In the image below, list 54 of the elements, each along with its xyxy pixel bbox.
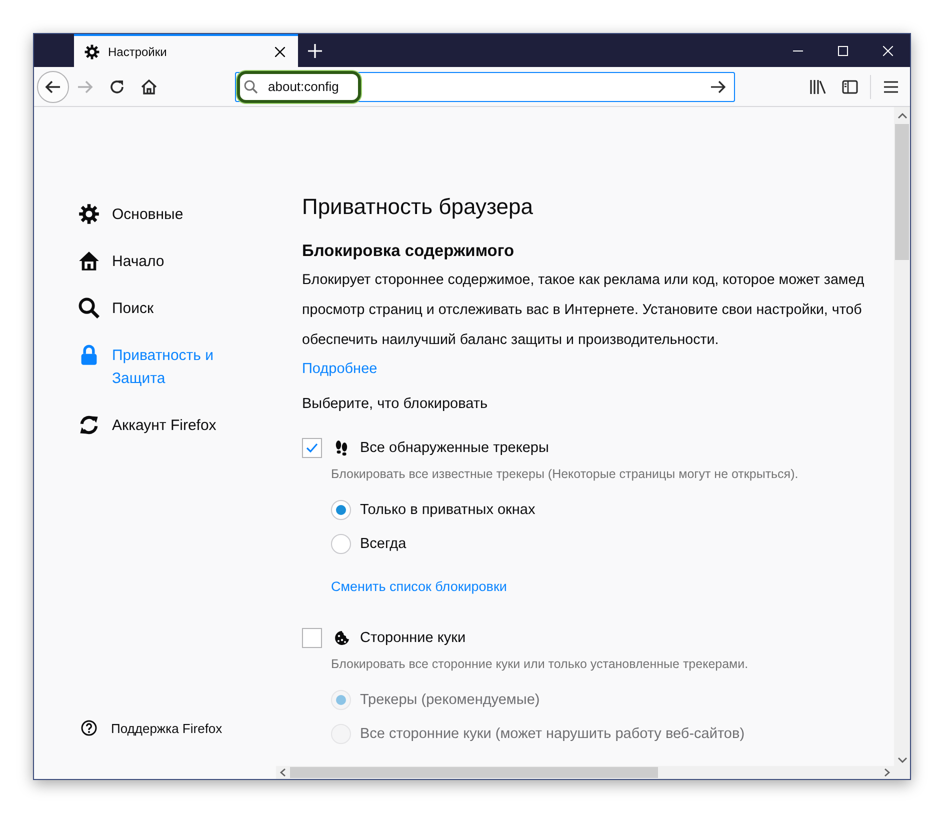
checkbox[interactable] <box>302 628 322 648</box>
search-icon <box>78 297 100 319</box>
back-button[interactable] <box>37 70 69 102</box>
radio-label: Трекеры (рекомендуемые) <box>360 691 540 710</box>
help-icon <box>81 720 97 736</box>
vertical-scrollbar[interactable] <box>894 107 910 779</box>
minimize-icon <box>792 50 802 52</box>
checkbox-label: Сторонние куки <box>360 629 466 648</box>
horizontal-scrollbar[interactable] <box>276 766 894 779</box>
scroll-down-icon <box>898 757 906 763</box>
url-text: about:config <box>268 78 339 96</box>
radio-label: Всегда <box>360 535 406 554</box>
prompt-text: Выберите, что блокировать <box>302 395 489 414</box>
radio-label: Только в приватных окнах <box>360 501 536 520</box>
option-description: Блокировать все сторонние куки или только установленные трекерами. <box>331 656 750 673</box>
gear-icon <box>78 203 100 225</box>
page-title: Приватность браузера <box>302 193 534 221</box>
section-description: Блокирует стороннее содержимое, такое как реклама или код, которое может замед просмотр страниц и отслеживать вас в Интернете. Установите свои настройки, чтоб обеспечить наилучший баланс защиты и производительности. <box>302 271 866 350</box>
checkbox-label: Все обнаруженные трекеры <box>360 439 549 458</box>
menu-icon <box>884 80 898 92</box>
back-arrow-icon <box>45 80 61 94</box>
sync-icon <box>78 414 100 436</box>
close-icon <box>882 46 892 56</box>
sidebar-icon <box>842 80 858 94</box>
cookie-icon <box>334 630 350 646</box>
sidebar-item[interactable]: Аккаунт Firefox <box>78 402 302 449</box>
search-icon <box>244 80 258 94</box>
reload-icon <box>109 78 125 94</box>
browser-tab[interactable]: Настройки <box>74 34 298 67</box>
sidebar-item[interactable]: Поиск <box>78 285 302 332</box>
radio-label: Все сторонние куки (может нарушить работу веб-сайтов) <box>360 725 745 744</box>
close-icon <box>275 46 285 56</box>
url-bar[interactable]: about:config <box>235 72 735 102</box>
footprints-icon <box>334 440 350 456</box>
go-arrow-icon <box>710 80 726 94</box>
radio-button[interactable] <box>331 500 351 520</box>
support-link[interactable]: Поддержка Firefox <box>78 718 302 738</box>
home-icon <box>141 78 157 94</box>
checkbox[interactable] <box>302 438 322 458</box>
section-heading: Блокировка содержимого <box>302 241 516 262</box>
radio-button[interactable] <box>331 534 351 554</box>
sidebar-item[interactable]: Основные <box>78 191 302 238</box>
scrollbar-thumb[interactable] <box>895 124 909 260</box>
plus-icon <box>308 44 322 58</box>
gear-icon <box>84 44 100 60</box>
sidebar-item[interactable]: Начало <box>78 238 302 285</box>
option-description: Блокировать все известные трекеры (Некоторые страницы могут не открыться). <box>331 466 800 483</box>
forward-arrow-icon <box>77 80 93 94</box>
maximize-icon <box>838 46 848 56</box>
scroll-up-icon <box>898 112 906 118</box>
scrollbar-thumb[interactable] <box>290 767 658 778</box>
library-icon <box>810 80 826 94</box>
checkmark-icon <box>306 443 318 453</box>
home-icon <box>78 250 100 272</box>
